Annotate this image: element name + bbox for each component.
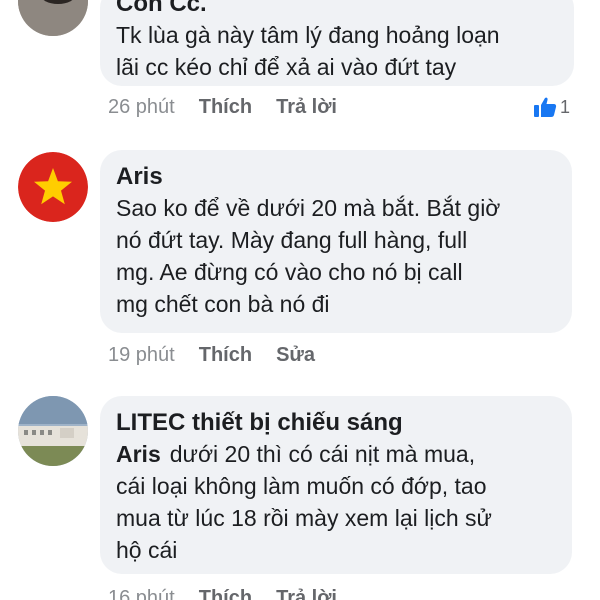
- avatar[interactable]: [18, 396, 88, 466]
- comment-text-line: cái loại không làm muốn có đớp, tao: [116, 473, 487, 499]
- profile-photo-icon: [18, 0, 88, 36]
- avatar[interactable]: [18, 0, 88, 36]
- comment-text: Aris dưới 20 thì có cái nịt mà mua, cái l…: [116, 438, 556, 566]
- comment-thread: Con Cc. Tk lùa gà này tâm lý đang hoảng …: [0, 0, 600, 600]
- comment-text: Sao ko để về dưới 20 mà bắt. Bắt giờ nó …: [116, 192, 556, 320]
- comment-meta: 19 phút Thích Sửa: [108, 340, 315, 370]
- reaction-count: 1: [559, 96, 570, 117]
- edit-button[interactable]: Sửa: [276, 344, 315, 366]
- comment-text-line: Tk lùa gà này tâm lý đang hoảng loạn: [116, 22, 500, 48]
- like-icon: [533, 97, 557, 117]
- comment-text-line: hộ cái: [116, 537, 178, 563]
- comment-meta: 16 phút Thích Trả lời: [108, 583, 337, 600]
- reply-button[interactable]: Trả lời: [276, 96, 337, 118]
- comment-text-line: Sao ko để về dưới 20 mà bắt. Bắt giờ: [116, 195, 501, 221]
- comment-text-line: lãi cc kéo chỉ để xả ai vào đứt tay: [116, 54, 457, 80]
- avatar[interactable]: [18, 152, 88, 222]
- reaction-summary[interactable]: 1: [533, 96, 570, 118]
- comment-time[interactable]: 19 phút: [108, 344, 175, 366]
- mention-link[interactable]: Aris: [116, 441, 161, 467]
- comment-text: Tk lùa gà này tâm lý đang hoảng loạn lãi…: [116, 19, 558, 83]
- like-button[interactable]: Thích: [199, 344, 252, 366]
- like-button[interactable]: Thích: [199, 96, 252, 118]
- reply-button[interactable]: Trả lời: [276, 587, 337, 600]
- comment-time[interactable]: 16 phút: [108, 587, 175, 600]
- comment-author[interactable]: Con Cc.: [116, 0, 558, 19]
- building-photo-icon: [18, 396, 88, 466]
- comment-author[interactable]: Aris: [116, 162, 556, 192]
- comment-meta: 26 phút Thích Trả lời: [108, 92, 337, 122]
- comment-text-line: nó đứt tay. Mày đang full hàng, full: [116, 227, 468, 253]
- comment-text-line: dưới 20 thì có cái nịt mà mua,: [169, 441, 476, 467]
- comment-time[interactable]: 26 phút: [108, 96, 175, 118]
- comment-bubble: Con Cc. Tk lùa gà này tâm lý đang hoảng …: [100, 0, 574, 86]
- comment-bubble: LITEC thiết bị chiếu sáng Aris dưới 20 th…: [100, 396, 572, 574]
- comment-text-line: mg. Ae đừng có vào cho nó bị call: [116, 259, 463, 285]
- comment-bubble: Aris Sao ko để về dưới 20 mà bắt. Bắt gi…: [100, 150, 572, 333]
- comment-text-line: mg chết con bà nó đi: [116, 291, 330, 317]
- comment-text-line: mua từ lúc 18 rồi mày xem lại lịch sử: [116, 505, 492, 531]
- comment-author[interactable]: LITEC thiết bị chiếu sáng: [116, 408, 556, 438]
- like-button[interactable]: Thích: [199, 587, 252, 600]
- vietnam-flag-star-icon: [18, 152, 88, 222]
